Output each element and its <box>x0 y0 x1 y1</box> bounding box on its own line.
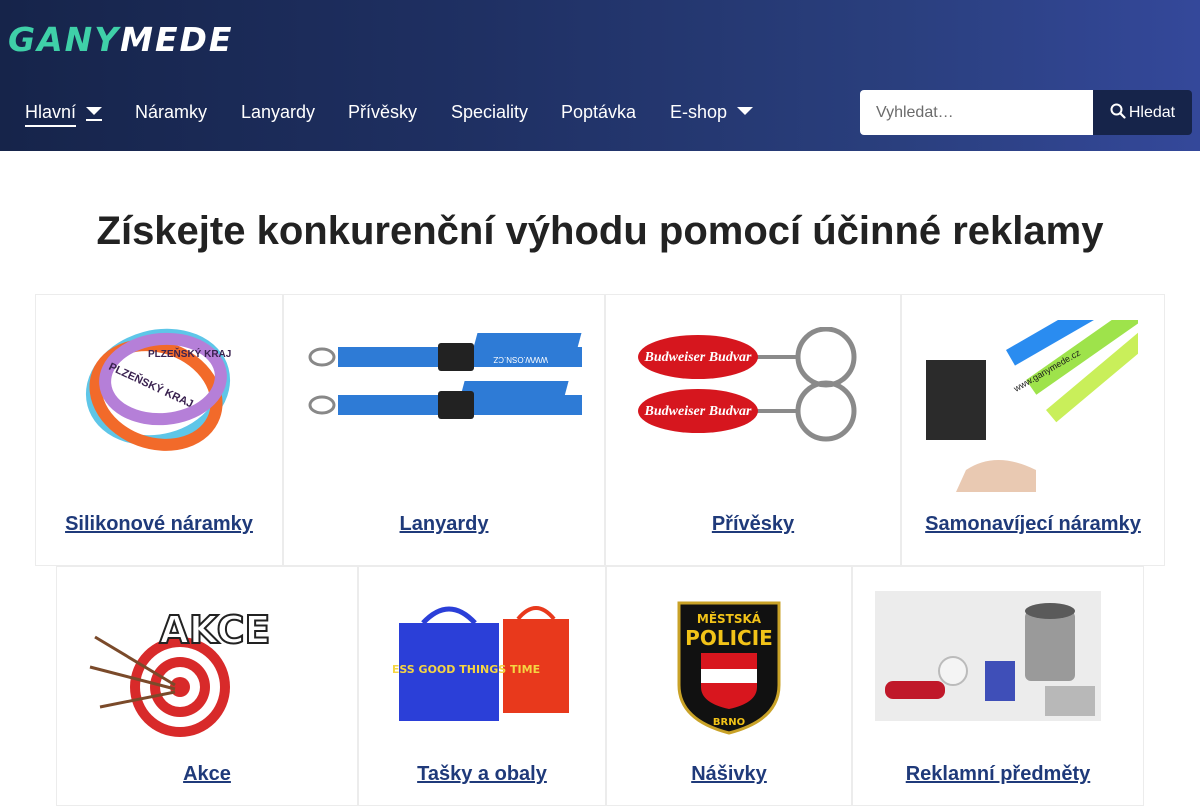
logo-part1: GANY <box>8 20 121 59</box>
svg-text:BRNO: BRNO <box>713 717 745 728</box>
nav-item-label: Poptávka <box>561 102 637 122</box>
product-title[interactable]: Akce <box>57 763 357 786</box>
bracelet-text: PLZEŇSKÝ KRAJ <box>148 347 231 360</box>
product-title[interactable]: Samonavíjecí náramky <box>902 513 1164 536</box>
product-card[interactable]: Budweiser Budvar Budweiser Budvar Přívěs… <box>605 294 901 566</box>
lanyards-image: WWW.OSN.CZ <box>308 333 582 419</box>
page-headline: Získejte konkurenční výhodu pomocí účinn… <box>96 209 1104 253</box>
product-title[interactable]: Přívěsky <box>606 513 900 536</box>
nav-item-label: Speciality <box>451 102 529 122</box>
nav-item-eshop[interactable]: E-shop <box>670 94 754 130</box>
caret-down-icon <box>86 107 103 122</box>
lanyard-text: WWW.OSN.CZ <box>493 355 548 364</box>
svg-text:POLICIE: POLICIE <box>685 626 773 650</box>
nav-item-label: Hlavní <box>25 102 77 127</box>
nav-item-poptavka[interactable]: Poptávka <box>561 94 636 130</box>
keychains-image: Budweiser Budvar Budweiser Budvar <box>638 327 857 442</box>
search-input[interactable] <box>860 90 1094 135</box>
bag-text: PROCESS GOOD THINGS TIME <box>393 663 540 676</box>
caret-down-icon <box>737 107 754 116</box>
product-card[interactable]: AKCE Akce <box>56 566 358 806</box>
site-header: GANYMEDE Hlavní Náramky Lanyardy Přívěsk… <box>0 0 1200 151</box>
search-button-label: Hledat <box>1128 104 1176 121</box>
nav-item-label: Přívěsky <box>348 102 418 122</box>
search-button[interactable]: Hledat <box>1093 90 1192 135</box>
search-icon <box>1110 103 1126 119</box>
product-card[interactable]: PLZEŇSKÝ KRAJ PLZEŇSKÝ KRAJ Silikonové n… <box>35 294 283 566</box>
product-title[interactable]: Lanyardy <box>284 513 604 536</box>
product-title[interactable]: Tašky a obaly <box>359 763 605 786</box>
nav-item-privesky[interactable]: Přívěsky <box>348 94 417 130</box>
logo-part2: MEDE <box>120 20 234 59</box>
keychain-text: Budweiser Budvar <box>644 350 753 365</box>
product-card[interactable]: Reklamní předměty <box>852 566 1144 806</box>
nav-item-label: Náramky <box>135 102 208 122</box>
akce-target-image: AKCE <box>89 607 272 737</box>
nav-item-speciality[interactable]: Speciality <box>451 94 528 130</box>
product-card[interactable]: WWW.OSN.CZ Lanyardy <box>283 294 605 566</box>
product-title[interactable]: Silikonové náramky <box>36 513 282 536</box>
nav-item-label: E-shop <box>670 102 728 122</box>
nav-item-naramky[interactable]: Náramky <box>135 94 207 130</box>
akce-text: AKCE <box>160 608 271 652</box>
product-card[interactable]: MĚSTSKÁ POLICIE BRNO Nášivky <box>606 566 852 806</box>
product-card[interactable]: www.ganymede.cz Samonavíjecí náramky <box>901 294 1165 566</box>
keychain-text: Budweiser Budvar <box>644 404 753 419</box>
search-form: Hledat <box>860 90 1192 135</box>
product-title[interactable]: Reklamní předměty <box>853 763 1143 786</box>
silicone-bracelets-image: PLZEŇSKÝ KRAJ PLZEŇSKÝ KRAJ <box>85 328 231 451</box>
nav-item-lanyardy[interactable]: Lanyardy <box>241 94 315 130</box>
site-logo[interactable]: GANYMEDE <box>8 20 233 60</box>
product-card[interactable]: PROCESS GOOD THINGS TIME Tašky a obaly <box>358 566 606 806</box>
patch-image: MĚSTSKÁ POLICIE BRNO <box>677 601 781 735</box>
slap-bands-image: www.ganymede.cz <box>926 320 1138 492</box>
svg-text:MĚSTSKÁ: MĚSTSKÁ <box>697 611 762 626</box>
product-title[interactable]: Nášivky <box>607 763 851 786</box>
nav-item-label: Lanyardy <box>241 102 316 122</box>
promo-items-image <box>875 591 1101 721</box>
nav-item-hlavni[interactable]: Hlavní <box>25 94 103 130</box>
bags-image: PROCESS GOOD THINGS TIME <box>393 606 569 721</box>
